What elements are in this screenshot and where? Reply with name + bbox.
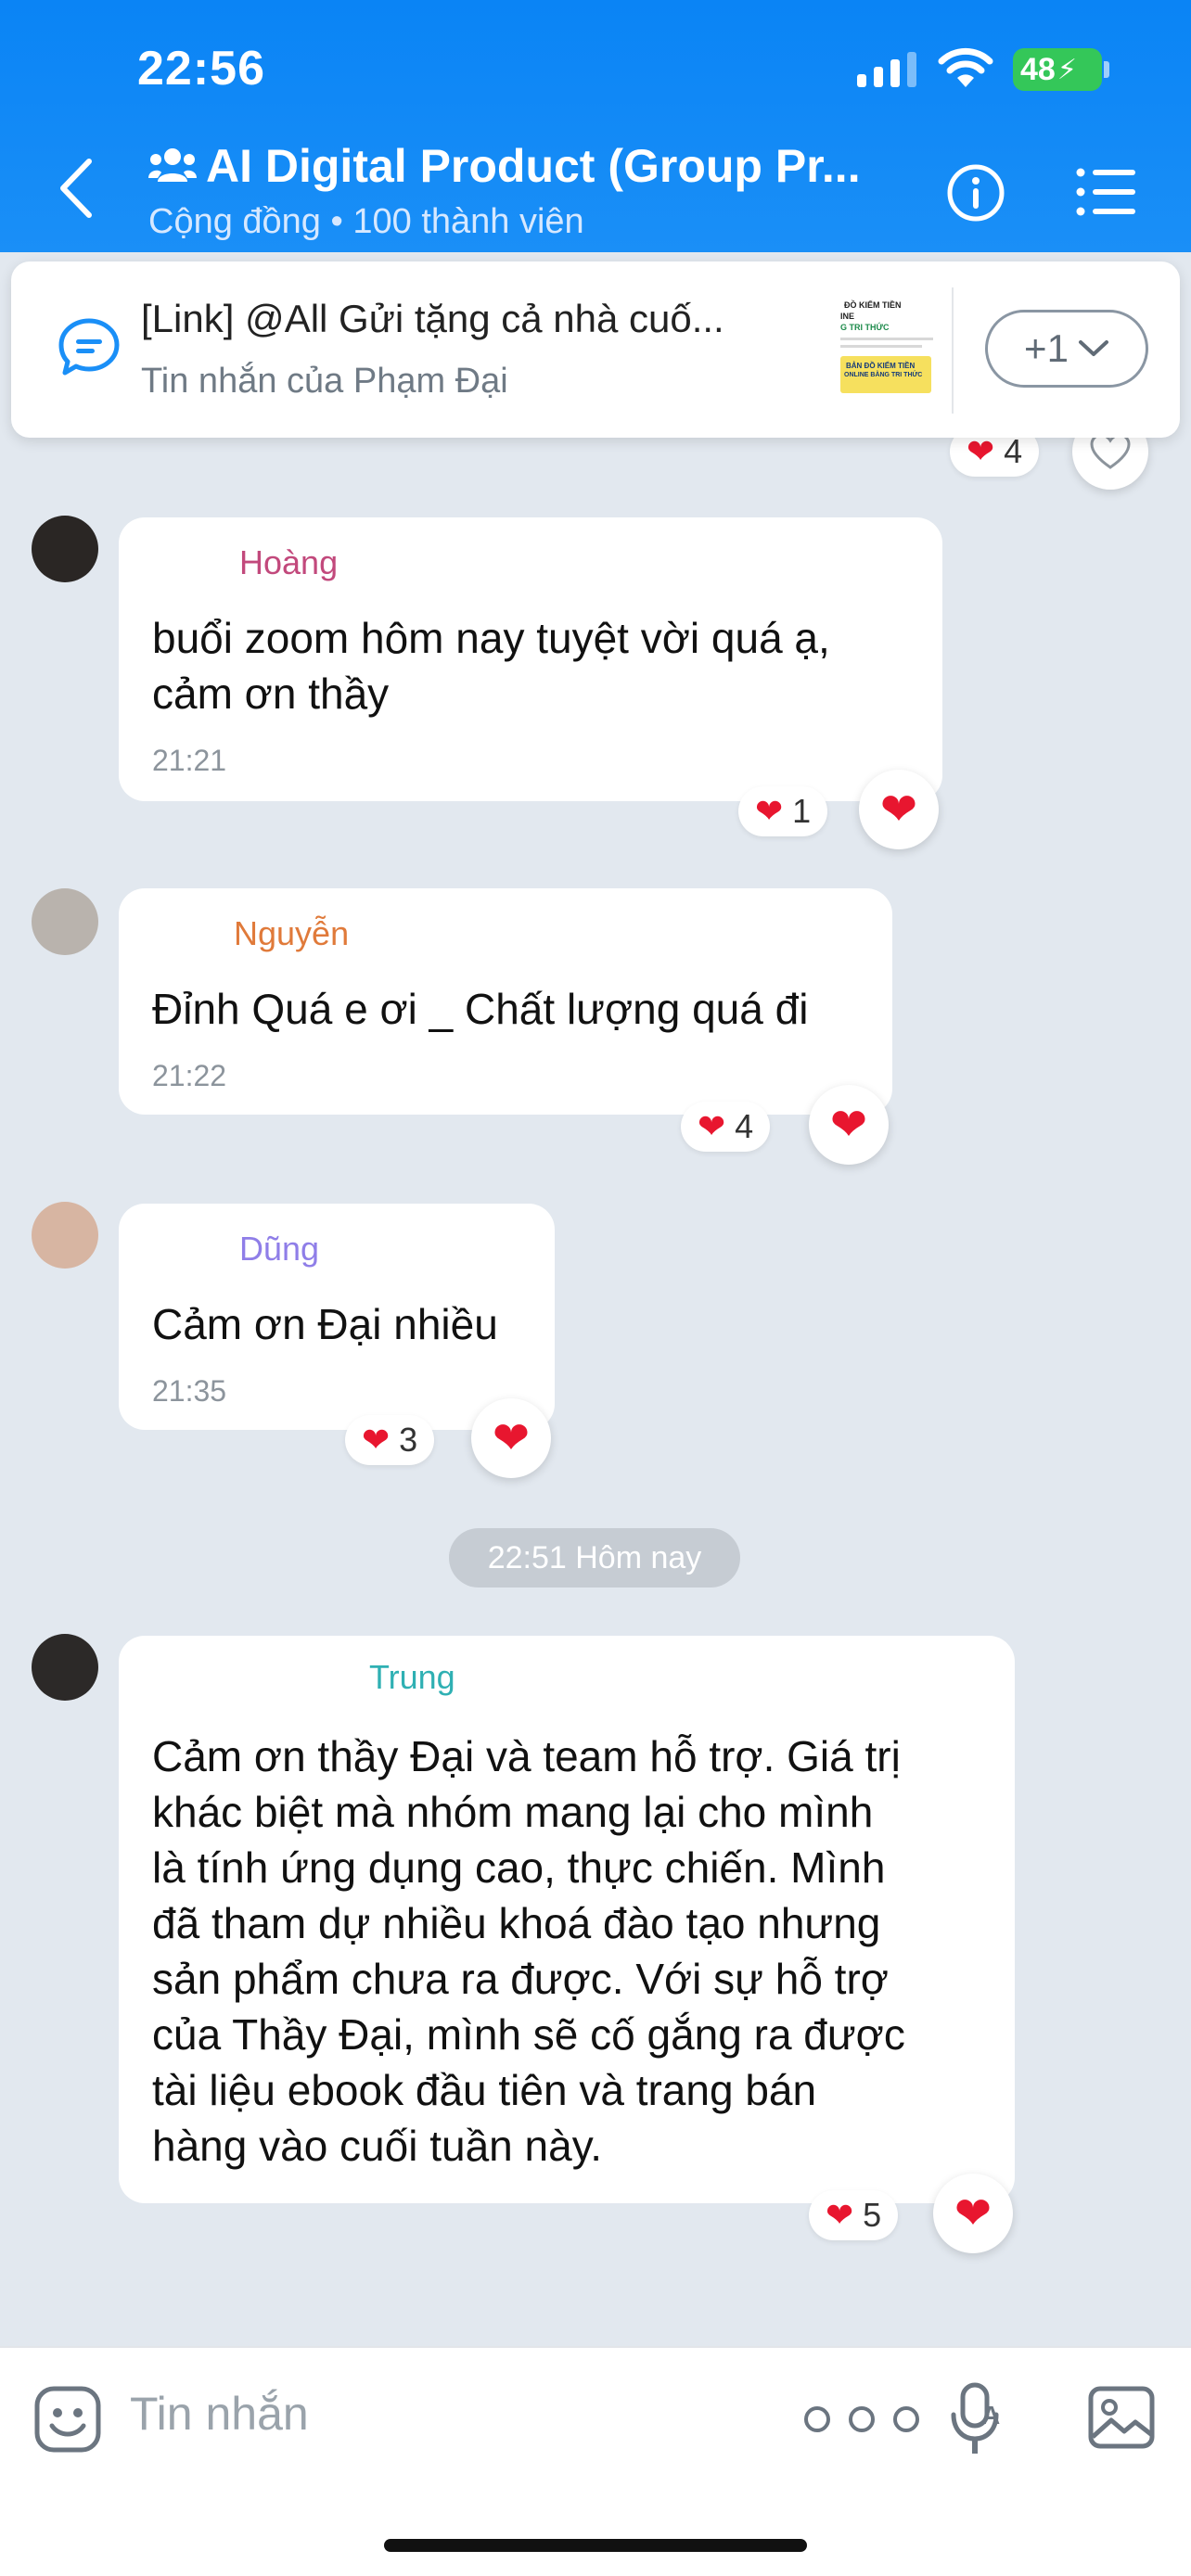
pinned-thumbnail: ĐỒ KIẾM TIỀN INE G TRI THỨC BẢN ĐỒ KIẾM …: [837, 297, 948, 404]
react-button[interactable]: ❤: [471, 1398, 551, 1478]
avatar[interactable]: [32, 1202, 98, 1269]
pinned-more-count: +1: [1024, 326, 1069, 370]
heart-icon: ❤: [879, 785, 918, 835]
heart-icon: ❤: [698, 1107, 726, 1145]
message-text-line: hàng vào cuối tuần này.: [152, 2122, 603, 2170]
reaction-count: 1: [792, 792, 812, 830]
charging-icon: ⚡: [1057, 54, 1077, 85]
message-text-line: sản phẩm chưa ra được. Với sự hỗ trợ: [152, 1955, 889, 2003]
thumb-line: ĐỒ KIẾM TIỀN: [844, 300, 902, 310]
message-time: 21:22: [152, 1059, 227, 1092]
message-input[interactable]: Tin nhắn: [130, 2387, 309, 2441]
message-time: 21:21: [152, 744, 227, 777]
chat-subtitle: Cộng đồng • 100 thành viên: [148, 202, 584, 241]
thumb-rule: [840, 345, 922, 348]
heart-icon: ❤: [492, 1414, 531, 1463]
message-text-line: cảm ơn thầy: [152, 670, 390, 718]
sender-name[interactable]: Trung: [369, 1658, 455, 1697]
message-text-line: buổi zoom hôm nay tuyệt vời quá ạ,: [152, 614, 830, 662]
avatar[interactable]: [32, 516, 98, 582]
message-text-line: là tính ứng dụng cao, thực chiến. Mình: [152, 1843, 886, 1892]
home-indicator[interactable]: [384, 2539, 807, 2552]
reaction-count: 5: [863, 2196, 882, 2234]
avatar[interactable]: [32, 888, 98, 955]
reaction-pill[interactable]: ❤ 3: [345, 1415, 435, 1465]
heart-icon: ❤: [829, 1101, 868, 1150]
thumb-highlight: BẢN ĐỒ KIẾM TIỀN ONLINE BẰNG TRI THỨC: [840, 356, 931, 393]
app-header: 22:56 48 ⚡ AI Digital Product (Group Pr.…: [0, 0, 1191, 252]
battery-indicator: 48 ⚡: [1013, 48, 1102, 91]
message-bubble[interactable]: Dũng Cảm ơn Đại nhiều 21:35: [119, 1204, 555, 1430]
wifi-icon: [938, 47, 993, 87]
reaction-count: 3: [399, 1421, 418, 1459]
battery-tip: [1104, 61, 1109, 78]
chat-bubble-icon: [58, 318, 120, 376]
react-button[interactable]: ❤: [933, 2174, 1013, 2253]
chat-title[interactable]: AI Digital Product (Group Pr...: [206, 139, 861, 193]
message-text-line: Cảm ơn thầy Đại và team hỗ trợ. Giá trị: [152, 1732, 901, 1780]
message-text-line: đã tham dự nhiều khoá đào tạo nhưng: [152, 1899, 881, 1947]
thumb-line: BẢN ĐỒ KIẾM TIỀN: [846, 362, 916, 370]
back-button[interactable]: [54, 156, 100, 221]
pinned-message-banner[interactable]: [Link] @All Gửi tặng cả nhà cuố... Tin n…: [11, 261, 1180, 438]
heart-outline-icon: [1090, 433, 1131, 469]
image-icon[interactable]: [1087, 2385, 1156, 2450]
status-time: 22:56: [137, 42, 265, 96]
chevron-down-icon: [1078, 340, 1108, 356]
avatar[interactable]: [32, 1634, 98, 1701]
heart-icon: ❤: [362, 1421, 391, 1459]
message-text-line: khác biệt mà nhóm mang lại cho mình: [152, 1788, 874, 1836]
thumb-line: G TRI THỨC: [840, 323, 890, 332]
pinned-author: Tin nhắn của Phạm Đại: [141, 362, 508, 401]
more-icon[interactable]: [801, 2404, 922, 2435]
reaction-pill[interactable]: ❤ 1: [738, 786, 828, 836]
menu-button[interactable]: [1076, 167, 1137, 217]
message-text-line: Cảm ơn Đại nhiều: [152, 1300, 498, 1348]
sender-name[interactable]: Hoàng: [239, 543, 338, 582]
thumb-rule: [840, 338, 933, 340]
voice-icon[interactable]: A: [950, 2381, 1005, 2459]
reaction-count: 4: [1004, 432, 1023, 470]
message-text-line: Đỉnh Quá e ơi _ Chất lượng quá đi: [152, 985, 809, 1033]
cellular-signal-icon: [857, 52, 916, 87]
heart-icon: ❤: [967, 432, 995, 470]
thumb-line: INE: [840, 312, 855, 321]
heart-icon: ❤: [954, 2189, 992, 2238]
message-text-line: tài liệu ebook đầu tiên và trang bán: [152, 2066, 817, 2114]
battery-level: 48: [1020, 51, 1056, 87]
message-bubble[interactable]: Trung Cảm ơn thầy Đại và team hỗ trợ. Gi…: [119, 1636, 1015, 2203]
heart-icon: ❤: [826, 2196, 854, 2234]
message-text-line: của Thầy Đại, mình sẽ cố gắng ra được: [152, 2010, 905, 2059]
react-button[interactable]: ❤: [859, 770, 939, 849]
reaction-count: 4: [735, 1107, 754, 1145]
pinned-title: [Link] @All Gửi tặng cả nhà cuố...: [141, 297, 724, 340]
reaction-pill[interactable]: ❤ 5: [809, 2190, 899, 2240]
date-separator: 22:51 Hôm nay: [449, 1528, 740, 1588]
message-bubble[interactable]: Hoàng buổi zoom hôm nay tuyệt vời quá ạ,…: [119, 517, 942, 801]
thumb-line: ONLINE BẰNG TRI THỨC: [844, 372, 923, 378]
message-bubble[interactable]: Nguyễn Đỉnh Quá e ơi _ Chất lượng quá đi…: [119, 888, 892, 1115]
reaction-pill[interactable]: ❤ 4: [681, 1102, 771, 1152]
pinned-divider: [952, 287, 954, 414]
message-time: 21:35: [152, 1374, 227, 1408]
emoji-icon[interactable]: [33, 2385, 102, 2454]
group-icon: [148, 148, 197, 182]
heart-icon: ❤: [755, 792, 784, 830]
svg-text:A: A: [981, 2401, 1000, 2429]
pinned-more-button[interactable]: +1: [985, 310, 1148, 388]
sender-name[interactable]: Dũng: [239, 1230, 319, 1269]
react-button[interactable]: ❤: [809, 1085, 889, 1165]
sender-name[interactable]: Nguyễn: [234, 914, 349, 953]
info-button[interactable]: [946, 163, 1005, 223]
